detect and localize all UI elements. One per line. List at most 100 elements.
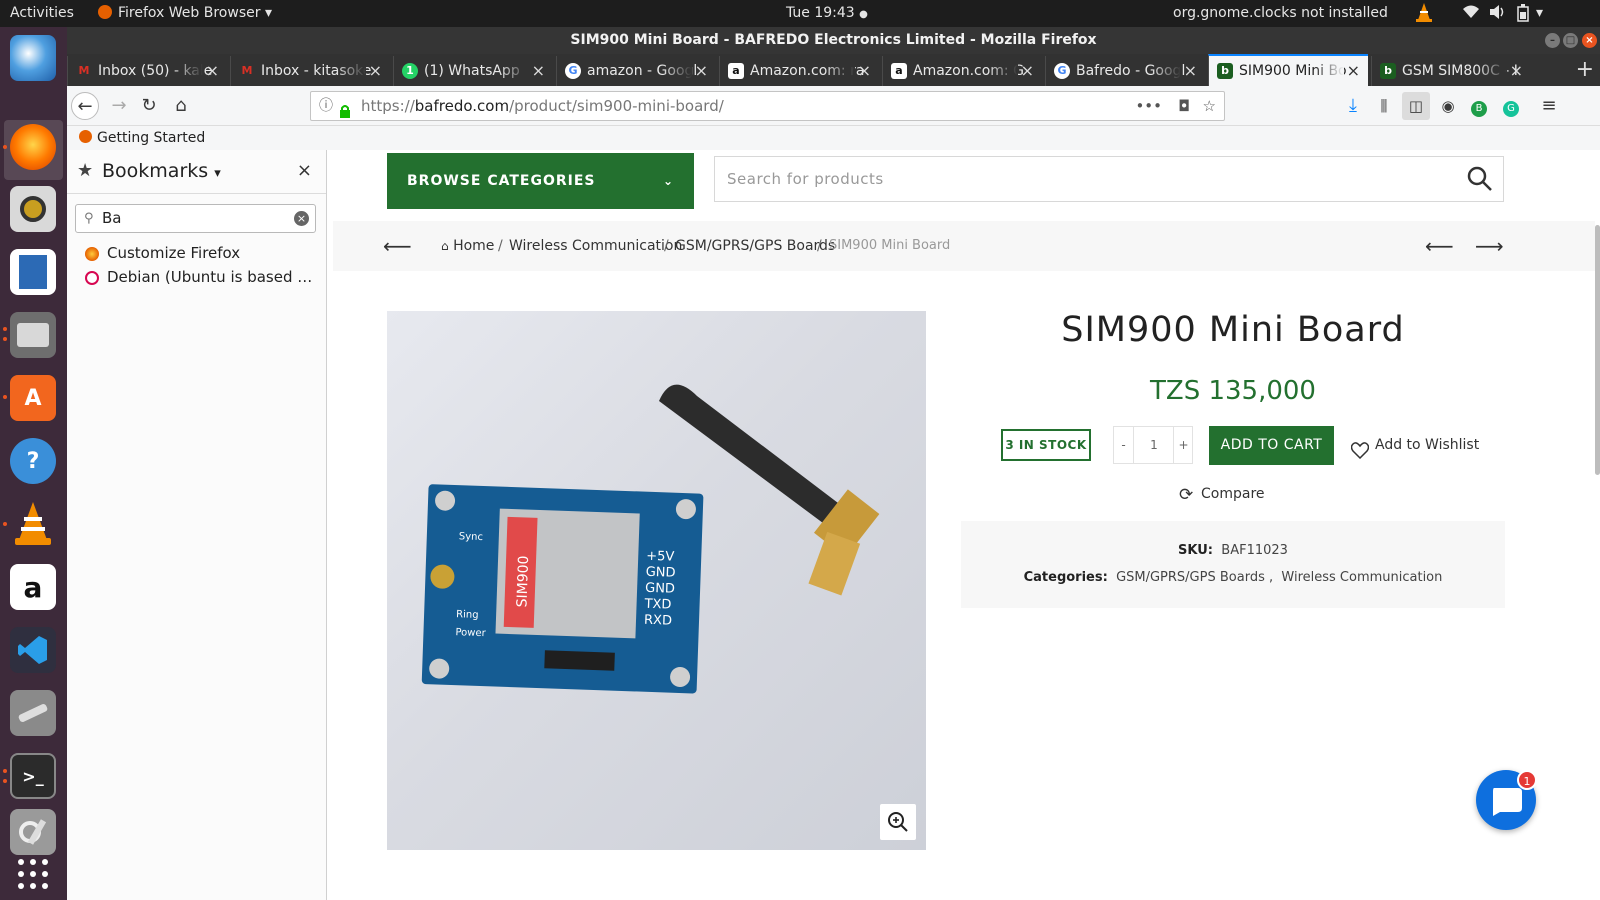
system-menu-chevron-icon[interactable]: ▾ — [1536, 5, 1543, 21]
settings-tools-icon[interactable] — [10, 690, 56, 736]
bookmark-item[interactable]: Debian (Ubuntu is based on De... — [85, 268, 321, 290]
libreoffice-writer-icon[interactable] — [10, 249, 56, 295]
close-icon[interactable]: × — [369, 56, 382, 86]
heart-icon — [1350, 436, 1370, 475]
new-tab-button[interactable]: + — [1576, 56, 1594, 84]
board-pin-label: RXD — [644, 613, 672, 629]
close-icon[interactable]: × — [1184, 56, 1197, 86]
breadcrumb-wireless[interactable]: Wireless Communication — [509, 221, 682, 271]
product-image[interactable]: SIM900 Sync Ring Power +5V GND GND TXD R… — [387, 311, 926, 850]
clock[interactable]: Tue 19:43 ● — [786, 5, 868, 21]
browse-categories-button[interactable]: BROWSE CATEGORIES ⌄ — [387, 153, 694, 209]
breadcrumb-home-label: Home — [453, 238, 495, 254]
files-icon[interactable] — [10, 312, 56, 358]
product-search-input[interactable]: Search for products — [714, 156, 1504, 202]
activities-button[interactable]: Activities — [10, 5, 74, 21]
vlc-icon[interactable] — [10, 501, 56, 547]
sidebar-header: ★ Bookmarks ▾ × — [67, 150, 326, 194]
system-settings-icon[interactable] — [10, 809, 56, 855]
thunderbird-icon[interactable] — [10, 35, 56, 81]
tab[interactable]: b GSM SIM800C - I × — [1371, 56, 1531, 86]
next-product-arrow-icon[interactable]: ⟶ — [1475, 221, 1504, 271]
close-icon[interactable]: × — [858, 56, 871, 86]
breadcrumb-gsm[interactable]: GSM/GPRS/GPS Boards — [675, 221, 835, 271]
amazon-icon[interactable]: a — [10, 564, 56, 610]
bookmark-label: Getting Started — [97, 130, 206, 146]
url-bar[interactable]: ⓘ https://bafredo.com/product/sim900-min… — [310, 91, 1225, 121]
firefox-window: SIM900 Mini Board - BAFREDO Electronics … — [67, 27, 1600, 900]
help-icon[interactable]: ? — [10, 438, 56, 484]
maximize-button[interactable]: □ — [1563, 33, 1578, 48]
qty-plus-button[interactable]: + — [1173, 427, 1193, 463]
zoom-button[interactable] — [880, 804, 916, 840]
breadcrumb: ⟵ ⌂ Home / Wireless Communication / GSM/… — [333, 221, 1595, 271]
tab[interactable]: M Inbox - kitasoke × — [230, 56, 390, 86]
sidebar-toggle-icon[interactable]: ◫ — [1402, 92, 1430, 120]
show-applications-icon[interactable] — [10, 851, 56, 897]
back-arrow-icon[interactable]: ⟵ — [383, 221, 412, 271]
close-sidebar-icon[interactable]: × — [297, 160, 312, 181]
close-icon[interactable]: × — [206, 56, 219, 86]
tab[interactable]: a Amazon.com: ra × — [719, 56, 879, 86]
wifi-icon[interactable] — [1462, 4, 1480, 24]
battery-icon[interactable] — [1517, 4, 1529, 26]
category-link[interactable]: GSM/GPRS/GPS Boards — [1116, 570, 1265, 585]
bookmark-star-icon[interactable]: ☆ — [1203, 92, 1216, 120]
rhythmbox-icon[interactable] — [10, 186, 56, 232]
category-link[interactable]: Wireless Communication — [1281, 570, 1442, 585]
page-actions-icon[interactable]: ••• — [1135, 92, 1162, 120]
close-window-button[interactable]: × — [1582, 33, 1597, 48]
vscode-icon[interactable] — [10, 627, 56, 673]
qty-minus-button[interactable]: - — [1114, 427, 1134, 463]
add-to-wishlist-link[interactable]: Add to Wishlist — [1350, 426, 1479, 465]
add-to-cart-button[interactable]: ADD TO CART — [1209, 426, 1334, 465]
prev-product-arrow-icon[interactable]: ⟵ — [1425, 221, 1454, 271]
google-icon: G — [565, 63, 581, 79]
firefox-icon[interactable] — [10, 124, 56, 170]
search-icon[interactable] — [1467, 165, 1493, 209]
bookmark-getting-started[interactable]: Getting Started — [79, 130, 205, 146]
info-icon[interactable]: ⓘ — [319, 92, 333, 120]
extension-icon[interactable]: B — [1465, 92, 1493, 120]
close-icon[interactable]: × — [1021, 56, 1034, 86]
minimize-button[interactable]: – — [1545, 33, 1560, 48]
downloads-icon[interactable]: ⤓ — [1339, 92, 1367, 120]
sidebar-title[interactable]: Bookmarks ▾ — [102, 160, 221, 182]
back-button[interactable]: ← — [71, 92, 99, 120]
vlc-tray-icon[interactable] — [1416, 3, 1432, 26]
library-icon[interactable]: ⫼ — [1370, 92, 1398, 120]
grammarly-icon[interactable]: G — [1497, 92, 1525, 120]
tab[interactable]: a Amazon.com: G × — [882, 56, 1042, 86]
search-value: Ba — [102, 209, 122, 227]
qty-input[interactable]: 1 — [1134, 427, 1174, 463]
hamburger-menu-icon[interactable]: ≡ — [1535, 92, 1563, 120]
close-icon[interactable]: × — [695, 56, 708, 86]
sim900-board-photo: SIM900 Sync Ring Power +5V GND GND TXD R… — [421, 384, 880, 694]
lock-icon[interactable] — [339, 99, 351, 127]
breadcrumb-home[interactable]: ⌂ Home — [441, 221, 494, 271]
bookmark-item[interactable]: Customize Firefox — [85, 244, 321, 266]
app-menu[interactable]: Firefox Web Browser ▾ — [98, 5, 272, 21]
breadcrumb-separator: / — [498, 238, 503, 254]
close-icon[interactable]: × — [1510, 56, 1523, 86]
chip-label: SIM900 — [514, 555, 532, 607]
page-scrollbar[interactable] — [1595, 225, 1600, 475]
home-button[interactable]: ⌂ — [167, 92, 195, 120]
bookmark-search-input[interactable]: ⚲ Ba × — [75, 204, 316, 233]
tab[interactable]: 1 (1) WhatsApp × — [393, 56, 553, 86]
volume-icon[interactable] — [1489, 4, 1507, 24]
clear-search-icon[interactable]: × — [294, 211, 309, 226]
tab[interactable]: G Bafredo - Googl × — [1045, 56, 1205, 86]
close-icon[interactable]: × — [1347, 56, 1360, 86]
pocket-icon[interactable]: ◘ — [1178, 92, 1190, 120]
close-icon[interactable]: × — [532, 56, 545, 86]
account-icon[interactable]: ◉ — [1434, 92, 1462, 120]
tab[interactable]: M Inbox (50) - kale × — [67, 56, 227, 86]
tab-active[interactable]: b SIM900 Mini Bo × — [1208, 54, 1368, 86]
reload-button[interactable]: ↻ — [135, 92, 163, 120]
compare-link[interactable]: ⟳ Compare — [1179, 485, 1265, 505]
software-center-icon[interactable]: A — [10, 375, 56, 421]
tab[interactable]: Gamazon - Googl × — [556, 56, 716, 86]
terminal-icon[interactable]: >_ — [10, 753, 56, 799]
forward-button[interactable]: → — [105, 92, 133, 120]
